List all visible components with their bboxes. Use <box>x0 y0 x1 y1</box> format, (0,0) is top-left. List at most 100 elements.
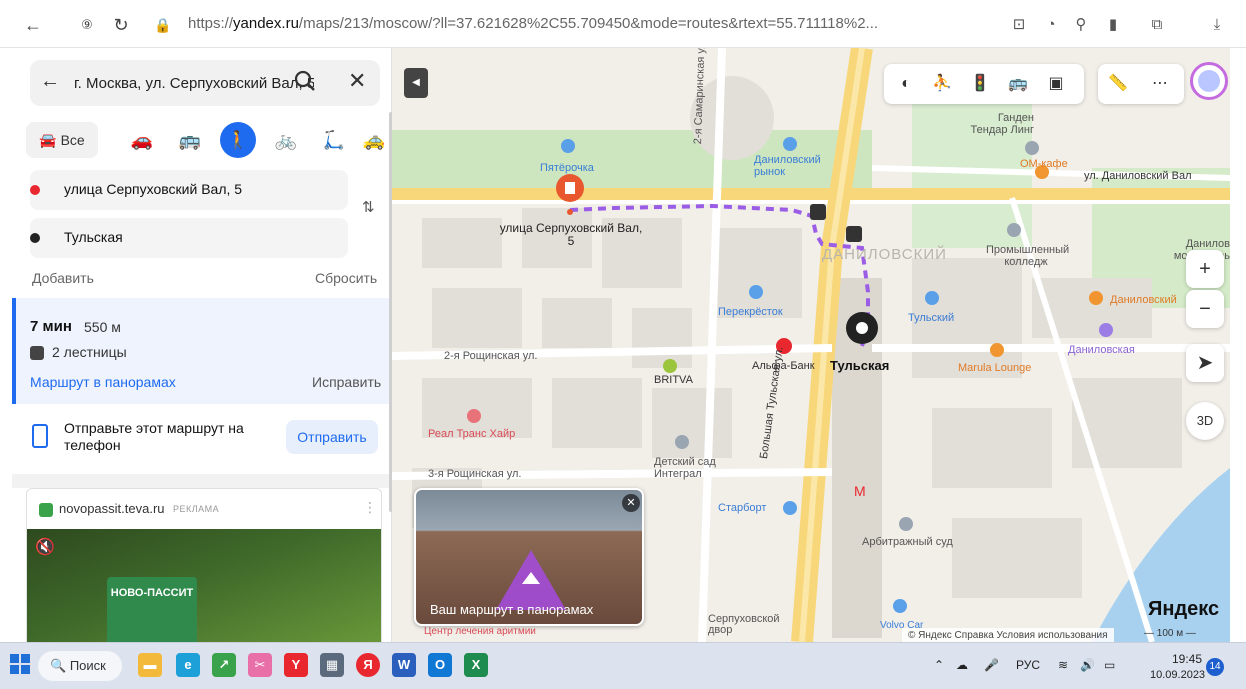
poi-label[interactable]: Тульский <box>908 312 954 324</box>
taxi-icon[interactable]: 🚕 <box>360 122 388 158</box>
collections-icon[interactable]: ⧉ <box>1146 14 1168 36</box>
reset-link[interactable]: Сбросить <box>315 270 377 286</box>
browser-toolbar: ← ⑨ ↻ 🔒 https://yandex.ru/maps/213/mosco… <box>0 0 1246 48</box>
windows-start-icon[interactable] <box>10 654 30 674</box>
poi-label[interactable]: Даниловский рынок <box>754 154 834 178</box>
close-icon[interactable]: ✕ <box>348 68 366 94</box>
bicycle-icon[interactable]: 🚲 <box>268 122 304 158</box>
volume-icon[interactable]: 🔊 <box>1080 658 1095 672</box>
panorama-man-icon[interactable]: ⛹ <box>930 72 954 96</box>
poi-label[interactable]: Marula Lounge <box>958 362 1031 374</box>
close-icon[interactable]: ✕ <box>622 494 640 512</box>
route-option-card[interactable]: 7 мин 550 м 2 лестницы Маршрут в панорам… <box>12 298 391 404</box>
building <box>422 218 502 268</box>
transport-layer-icon[interactable]: 🚌 <box>1006 72 1030 96</box>
poi-label[interactable]: Серпуховской двор <box>708 614 786 638</box>
yandex-browser-icon[interactable]: ⑨ <box>76 14 98 36</box>
traffic-light-icon[interactable]: 🚦 <box>968 72 992 96</box>
more-horizontal-icon[interactable]: ⋯ <box>1148 72 1172 96</box>
my-location-icon[interactable]: ➤ <box>1186 344 1224 382</box>
edge-icon[interactable]: e <box>176 653 200 677</box>
fix-route-link[interactable]: Исправить <box>312 374 381 390</box>
panorama-route-link[interactable]: Маршрут в панорамах <box>30 374 176 390</box>
more-vertical-icon[interactable]: ⋮ <box>363 499 377 516</box>
word-icon[interactable]: W <box>392 653 416 677</box>
lock-icon[interactable]: 🔒 <box>152 14 174 36</box>
poi-label[interactable]: Арбитражный суд <box>862 536 953 548</box>
extension-icon[interactable]: ◔ <box>1040 14 1062 36</box>
clock-date[interactable]: 10.09.2023 <box>1150 669 1205 681</box>
send-button[interactable]: Отправить <box>286 420 378 454</box>
route-from-field[interactable]: улица Серпуховский Вал, 5 <box>30 170 348 210</box>
ad-domain[interactable]: novopassit.teva.ru <box>59 501 165 516</box>
search-icon[interactable] <box>292 68 318 94</box>
zoom-out-button[interactable]: − <box>1186 290 1224 328</box>
poi-label[interactable]: Перекрёсток <box>718 306 783 318</box>
calculator-icon[interactable]: ▦ <box>320 653 344 677</box>
panorama-preview[interactable]: ✕ Ваш маршрут в панорамах <box>414 488 644 626</box>
collapse-panel-button[interactable]: ◀ <box>404 68 428 98</box>
parking-layer-icon[interactable]: ▣ <box>1044 72 1068 96</box>
poi-label[interactable]: Детский сад Интеграл <box>654 456 734 480</box>
bookmark-icon[interactable]: ▮ <box>1102 14 1124 36</box>
translate-icon[interactable]: ⊡ <box>1008 14 1030 36</box>
input-language[interactable]: РУС <box>1016 658 1040 672</box>
yandex-icon[interactable]: Я <box>356 653 380 677</box>
mute-icon[interactable]: 🔇 <box>35 537 55 557</box>
download-icon[interactable]: ⤓ <box>1206 14 1228 36</box>
poi-label[interactable]: BRITVA <box>654 374 693 386</box>
swap-points-icon[interactable]: ⇅ <box>362 198 375 216</box>
taskbar-search[interactable]: 🔍 Поиск <box>38 651 122 681</box>
3d-button[interactable]: 3D <box>1186 402 1224 440</box>
poi-label[interactable]: Пятёрочка <box>540 162 594 174</box>
microphone-icon[interactable]: 🎤 <box>984 658 999 672</box>
route-search-box: ← ✕ <box>30 60 380 106</box>
car-icon[interactable]: 🚗 <box>124 122 160 158</box>
snipping-tool-icon[interactable]: ✂ <box>248 653 272 677</box>
zoom-in-button[interactable]: + <box>1186 250 1224 288</box>
car-bus-icon: 🚘 <box>39 132 57 148</box>
route-search-input[interactable] <box>74 71 314 95</box>
route-to-field[interactable]: Тульская <box>30 218 348 258</box>
yandex-browser-icon[interactable]: Y <box>284 653 308 677</box>
ruler-icon[interactable]: 📏 <box>1106 72 1130 96</box>
panorama-caption[interactable]: Ваш маршрут в панорамах <box>430 602 593 617</box>
poi-label[interactable]: Даниловский <box>1110 294 1177 306</box>
location-icon[interactable]: ⚲ <box>1070 14 1092 36</box>
outlook-icon[interactable]: O <box>428 653 452 677</box>
mode-all-button[interactable]: 🚘 Все <box>26 122 98 158</box>
poi-label[interactable]: Альфа-Банк <box>752 360 815 372</box>
ad-video[interactable]: 🔇 НОВО-ПАССИТ <box>27 529 381 642</box>
theme-toggle-icon[interactable]: ◐ <box>894 72 918 96</box>
back-arrow-icon[interactable]: ← <box>22 14 44 36</box>
poi-label[interactable]: Центр лечения аритмии <box>424 626 536 640</box>
back-arrow-icon[interactable]: ← <box>40 70 60 93</box>
ad-product-box: НОВО-ПАССИТ <box>107 577 197 642</box>
file-explorer-icon[interactable]: ▬ <box>138 653 162 677</box>
avatar[interactable] <box>1190 62 1228 100</box>
scooter-icon[interactable]: 🛴 <box>316 122 352 158</box>
poi-label[interactable]: Промышленный колледж <box>986 244 1069 268</box>
onedrive-icon[interactable]: ☁ <box>956 658 968 672</box>
address-bar[interactable]: https://yandex.ru/maps/213/moscow/?ll=37… <box>188 15 878 32</box>
shop-pin-icon <box>561 139 575 153</box>
map-footer-links[interactable]: © Яндекс Справка Условия использования <box>902 628 1114 642</box>
refresh-icon[interactable]: ↻ <box>110 14 132 36</box>
poi-label[interactable]: Реал Транс Хайр <box>428 428 515 440</box>
pedestrian-icon[interactable]: 🚶 <box>220 122 256 158</box>
wifi-icon[interactable]: ≋ <box>1058 658 1068 672</box>
battery-icon[interactable]: ▭ <box>1104 658 1115 672</box>
poi-label[interactable]: Старборт <box>718 502 766 514</box>
stocks-icon[interactable]: ↗ <box>212 653 236 677</box>
excel-icon[interactable]: X <box>464 653 488 677</box>
clock-time[interactable]: 19:45 <box>1172 652 1202 666</box>
bus-icon[interactable]: 🚌 <box>172 122 208 158</box>
add-point-link[interactable]: Добавить <box>32 270 94 286</box>
poi-label[interactable]: ОМ-кафе <box>1020 158 1068 170</box>
poi-label[interactable]: Даниловская <box>1068 344 1135 356</box>
ad-card[interactable]: novopassit.teva.ru РЕКЛАМА ⋮ 🔇 НОВО-ПАСС… <box>26 488 382 642</box>
map-view[interactable]: M улица Серпуховский Вал, 5 Тульская ДАН… <box>392 48 1230 642</box>
poi-label[interactable]: Ганден Тендар Линг <box>962 112 1034 136</box>
notification-badge[interactable]: 14 <box>1206 658 1224 676</box>
chevron-up-icon[interactable]: ⌃ <box>934 658 944 672</box>
